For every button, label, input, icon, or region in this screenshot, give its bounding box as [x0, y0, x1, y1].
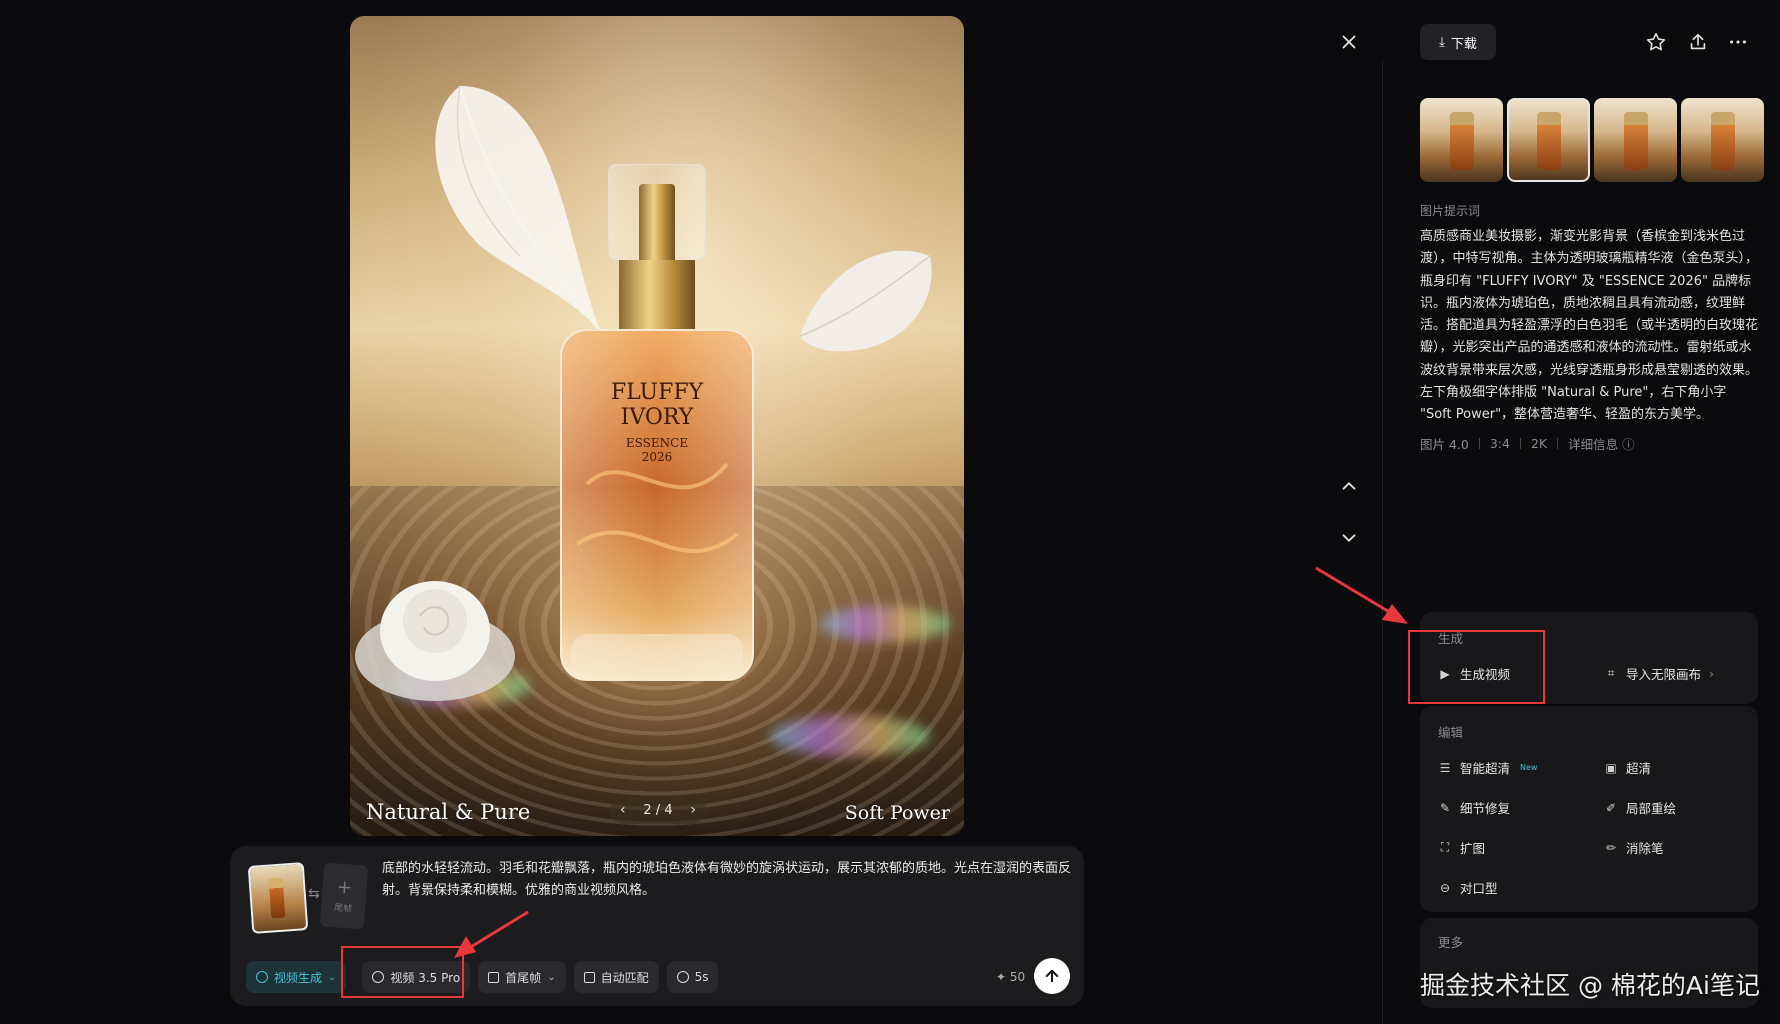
annotation-arrows — [454, 566, 1408, 958]
watermark: 掘金技术社区 @ 棉花的Ai笔记 — [1420, 971, 1760, 1000]
